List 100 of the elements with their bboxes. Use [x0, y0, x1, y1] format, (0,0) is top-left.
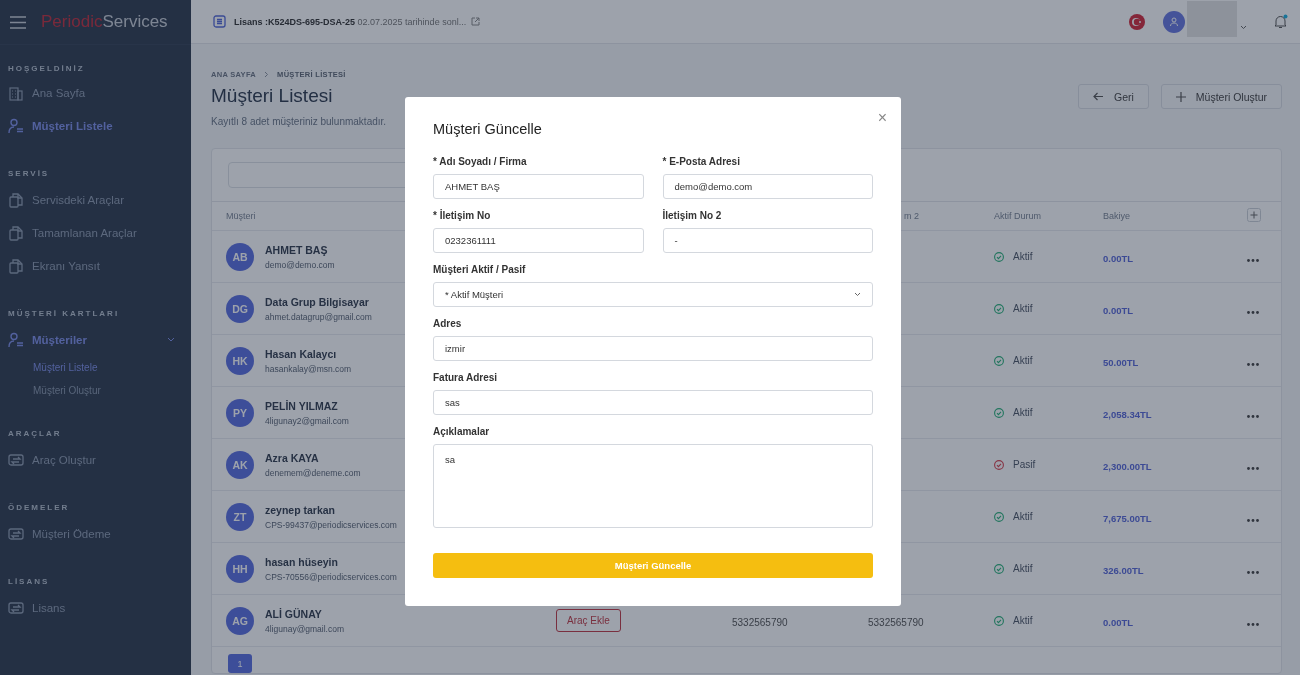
input-field[interactable]: demo@demo.com — [662, 174, 873, 199]
status-text: Aktif — [1013, 615, 1033, 626]
add-vehicle-button[interactable]: Araç Ekle — [556, 609, 621, 632]
page-subtitle: Kayıtlı 8 adet müşteriniz bulunmaktadır. — [211, 116, 387, 127]
field-label: Müşteri Aktif / Pasif — [433, 264, 527, 275]
sidebar-item[interactable]: Araç Oluştur — [0, 443, 191, 476]
balance-text: 0.00TL — [1103, 304, 1134, 316]
input-field[interactable]: 0232361111 — [433, 228, 644, 253]
status-text: Aktif — [1013, 251, 1033, 262]
section-title: ÖDEMELER — [7, 502, 71, 512]
field-label: Açıklamalar — [433, 426, 491, 437]
customer-name[interactable]: ALİ GÜNAY — [265, 607, 345, 620]
field-label: * İletişim No — [433, 210, 492, 221]
field-label: İletişim No 2 — [662, 210, 723, 221]
plus-icon — [1175, 91, 1186, 102]
more-icon[interactable] — [1247, 570, 1259, 574]
documents-icon — [8, 224, 24, 241]
header-button[interactable]: Geri — [1077, 84, 1149, 109]
license-text: Lisans :K524DS-695-DSA-25 02.07.2025 tarihinde sonl... — [234, 16, 467, 27]
avatar-icon[interactable] — [1163, 10, 1185, 33]
more-icon[interactable] — [1247, 622, 1259, 626]
customer-email: CPS-99437@periodicservices.com — [265, 519, 397, 530]
customer-email: 4ligunay2@gmail.com — [265, 415, 349, 426]
field-label: Fatura Adresi — [433, 372, 499, 383]
input-field[interactable]: sas — [433, 390, 873, 415]
status-text: Aktif — [1013, 355, 1033, 366]
field-label: Adres — [433, 318, 463, 329]
more-icon[interactable] — [1247, 466, 1259, 470]
chevron-icon — [854, 292, 861, 297]
balance-text: 2,300.00TL — [1103, 460, 1152, 472]
column-header: Aktif Durum — [994, 211, 1041, 221]
input-field[interactable]: AHMET BAŞ — [433, 174, 644, 199]
customer-name[interactable]: zeynep tarkan — [265, 503, 397, 516]
swap-icon — [8, 599, 24, 616]
menu-icon[interactable] — [10, 15, 26, 29]
page-button[interactable]: 1 — [228, 654, 252, 673]
select-field[interactable]: * Aktif Müşteri — [433, 282, 873, 307]
user-list-icon — [8, 331, 24, 348]
balance-text: 7,675.00TL — [1103, 512, 1152, 524]
documents-icon — [8, 191, 24, 208]
status-text: Aktif — [1013, 303, 1033, 314]
back-arrow-icon — [1092, 92, 1104, 101]
customer-email: demo@demo.com — [265, 259, 335, 270]
column-header: Bakiye — [1103, 211, 1130, 221]
swap-icon — [8, 525, 24, 542]
logo[interactable]: PeriodicServices — [41, 12, 168, 32]
balance-text: 50.00TL — [1103, 356, 1139, 368]
avatar: AG — [226, 606, 254, 635]
avatar: DG — [226, 294, 254, 323]
customer-name[interactable]: Data Grup Bilgisayar — [265, 295, 372, 308]
customer-email: denemem@deneme.com — [265, 467, 361, 478]
swap-icon — [8, 451, 24, 468]
more-icon[interactable] — [1247, 362, 1259, 366]
documents-icon — [8, 257, 24, 274]
column-header: m 2 — [904, 211, 919, 221]
text-area[interactable]: sa — [433, 444, 873, 528]
header-button[interactable]: Müşteri Oluştur — [1160, 84, 1282, 109]
section-title: MÜŞTERİ KARTLARI — [7, 308, 121, 318]
status-text: Aktif — [1013, 511, 1033, 522]
building-icon — [8, 84, 24, 101]
more-icon[interactable] — [1247, 414, 1259, 418]
customer-email: CPS-70556@periodicservices.com — [265, 571, 397, 582]
field-label: * E-Posta Adresi — [662, 156, 741, 167]
section-title: LİSANS — [7, 576, 51, 586]
external-link-icon[interactable] — [471, 17, 481, 26]
modal-title: Müşteri Güncelle — [433, 121, 543, 137]
user-list-icon — [8, 117, 24, 134]
section-title: HOŞGELDİNİZ — [7, 63, 86, 73]
flag-icon[interactable] — [1129, 13, 1145, 30]
input-field[interactable]: - — [662, 228, 873, 253]
status-text: Aktif — [1013, 563, 1033, 574]
balance-text: 0.00TL — [1103, 616, 1134, 628]
sidebar-item[interactable]: Servisdeki Araçlar — [0, 183, 191, 216]
column-header: Müşteri — [226, 211, 256, 221]
section-title: ARAÇLAR — [7, 428, 63, 438]
section-title: SERVİS — [7, 168, 51, 178]
customer-name[interactable]: PELİN YILMAZ — [265, 399, 349, 412]
chevron-icon — [264, 71, 270, 78]
table-cell: 5332565790 — [868, 616, 924, 628]
status-text: Aktif — [1013, 407, 1033, 418]
status-text: Pasif — [1013, 459, 1036, 470]
customer-name[interactable]: Azra KAYA — [265, 451, 361, 464]
avatar: PY — [226, 398, 254, 427]
more-icon[interactable] — [1247, 518, 1259, 522]
more-icon[interactable] — [1247, 310, 1259, 314]
chevron-icon — [167, 337, 175, 342]
avatar: AK — [226, 450, 254, 479]
close-button[interactable]: × — [877, 110, 887, 126]
avatar: AB — [226, 242, 254, 271]
bell-icon[interactable] — [1273, 14, 1288, 29]
input-field[interactable]: izmir — [433, 336, 873, 361]
table-cell: 5332565790 — [732, 616, 788, 628]
customer-name[interactable]: Hasan Kalaycı — [265, 347, 352, 360]
balance-text: 0.00TL — [1103, 252, 1134, 264]
balance-text: 326.00TL — [1103, 564, 1144, 576]
customer-name[interactable]: hasan hüseyin — [265, 555, 397, 568]
chevron-icon[interactable] — [1240, 25, 1247, 30]
more-icon[interactable] — [1247, 258, 1259, 262]
avatar: HH — [226, 554, 254, 583]
customer-name[interactable]: AHMET BAŞ — [265, 243, 335, 256]
